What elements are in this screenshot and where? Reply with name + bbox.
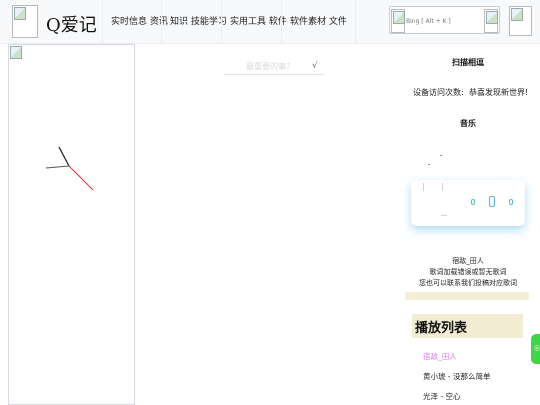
- user-avatar-image[interactable]: [509, 6, 532, 36]
- player-divider: [423, 183, 424, 191]
- clock-seconds: 07: [106, 67, 118, 77]
- playlist-item[interactable]: 光泽 - 空心: [423, 391, 460, 402]
- clock-background-image: [9, 45, 134, 404]
- search-submit-icon[interactable]: [484, 9, 498, 33]
- analog-clock: [45, 146, 94, 191]
- playlist-title: 播放列表: [415, 321, 468, 336]
- brand-title[interactable]: Q爱记: [46, 11, 97, 37]
- visit-count-label: 设备访问次数:: [413, 88, 464, 97]
- playlist-item[interactable]: 宿敌_田人: [423, 351, 457, 362]
- clock-hours-minutes: 15:14: [43, 55, 107, 80]
- scan-title: 扫描相逗: [452, 58, 484, 67]
- clock-panel: 15:1407 05月13日 星期六: [8, 44, 135, 405]
- check-mark-icon[interactable]: √: [312, 61, 318, 71]
- prev-icon[interactable]: [471, 199, 475, 205]
- player-divider: [442, 183, 443, 191]
- hour-hand: [58, 146, 70, 167]
- logo-image[interactable]: [12, 5, 38, 38]
- decor-dot: [440, 155, 442, 156]
- music-title: 音乐: [460, 119, 476, 128]
- nav-item-materials[interactable]: 软件素材 文件: [281, 0, 356, 44]
- lyric-contribute-text: 您也可以联系我们投稿对应歌词: [419, 279, 517, 287]
- playlist-header: 播放列表: [412, 314, 523, 338]
- clock-date: 05月13日 星期六: [39, 85, 95, 93]
- next-icon[interactable]: [509, 199, 513, 205]
- second-hand: [68, 165, 94, 191]
- lyric-error-text: 歌词加载错误或暂无歌词: [429, 268, 507, 276]
- current-song-name: 宿敌_田人: [452, 257, 484, 265]
- lyric-bar: [405, 292, 529, 300]
- todo-prompt-text: 最重要的事?: [246, 62, 291, 71]
- nav-item-knowledge[interactable]: 知识 技能学习: [161, 0, 227, 44]
- search-box: [389, 6, 500, 34]
- todo-prompt[interactable]: 最重要的事? √: [224, 61, 324, 75]
- search-engine-icon[interactable]: [391, 9, 405, 33]
- playlist-item[interactable]: 黄小琥 - 没那么简单: [423, 371, 490, 382]
- progress-line: [441, 215, 447, 216]
- decor-dot: [428, 164, 430, 165]
- side-feedback-tab[interactable]: ◎: [531, 334, 540, 364]
- music-player-card: [411, 180, 525, 226]
- top-header: Q爱记 实时信息 资讯 知识 技能学习 实用工具 软件 软件素材 文件: [0, 0, 540, 44]
- nav-item-tools[interactable]: 实用工具 软件: [221, 0, 287, 44]
- minute-hand: [45, 165, 70, 169]
- search-input[interactable]: [406, 13, 484, 29]
- side-tab-icon: ◎: [534, 344, 540, 352]
- nav-item-news[interactable]: 实时信息 资讯: [102, 0, 168, 44]
- digital-clock: 15:1407: [43, 55, 118, 80]
- play-icon[interactable]: [489, 196, 495, 207]
- visit-count-value: 恭喜发现新世界!: [469, 88, 529, 97]
